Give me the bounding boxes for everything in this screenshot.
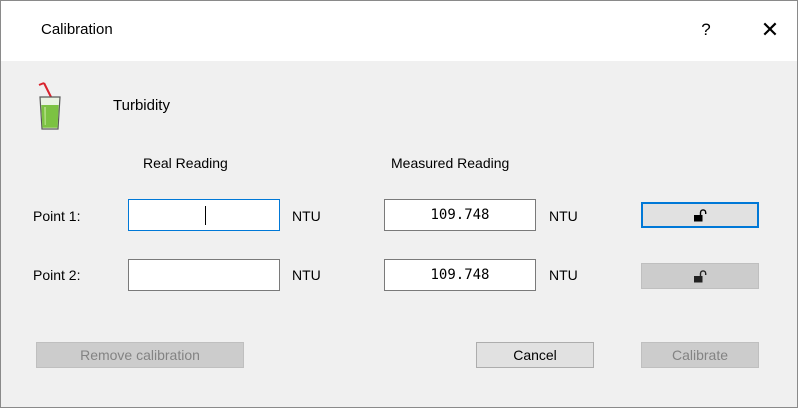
point-1-real-input[interactable]: [128, 199, 280, 231]
close-button[interactable]: ✕: [753, 13, 787, 47]
text-caret: [205, 206, 206, 225]
point-1-label: Point 1:: [33, 208, 81, 224]
sensor-name: Turbidity: [113, 97, 170, 114]
calibrate-button[interactable]: Calibrate: [641, 342, 759, 368]
window-title: Calibration: [41, 21, 113, 38]
remove-calibration-button[interactable]: Remove calibration: [36, 342, 244, 368]
unlocked-padlock-icon: [694, 269, 707, 282]
point-1-lock-button[interactable]: [641, 202, 759, 228]
cancel-button[interactable]: Cancel: [476, 342, 594, 368]
calibration-dialog: Calibration ? ✕ Turbidity Real Reading M…: [0, 0, 798, 408]
point-2-measured-value: 109.748: [384, 259, 536, 291]
point-2-real-input[interactable]: [128, 259, 280, 291]
point-2-real-unit: NTU: [292, 267, 321, 283]
real-reading-header: Real Reading: [143, 155, 228, 171]
point-2-lock-button[interactable]: [641, 263, 759, 289]
help-button[interactable]: ?: [689, 13, 723, 47]
beaker-icon: [38, 82, 61, 130]
point-1-measured-value: 109.748: [384, 199, 536, 231]
point-1-measured-unit: NTU: [549, 208, 578, 224]
measured-reading-header: Measured Reading: [391, 155, 510, 171]
point-2-label: Point 2:: [33, 267, 81, 283]
point-2-measured-unit: NTU: [549, 267, 578, 283]
point-1-real-unit: NTU: [292, 208, 321, 224]
title-bar: Calibration ? ✕: [1, 1, 797, 61]
unlocked-padlock-icon: [694, 208, 707, 221]
